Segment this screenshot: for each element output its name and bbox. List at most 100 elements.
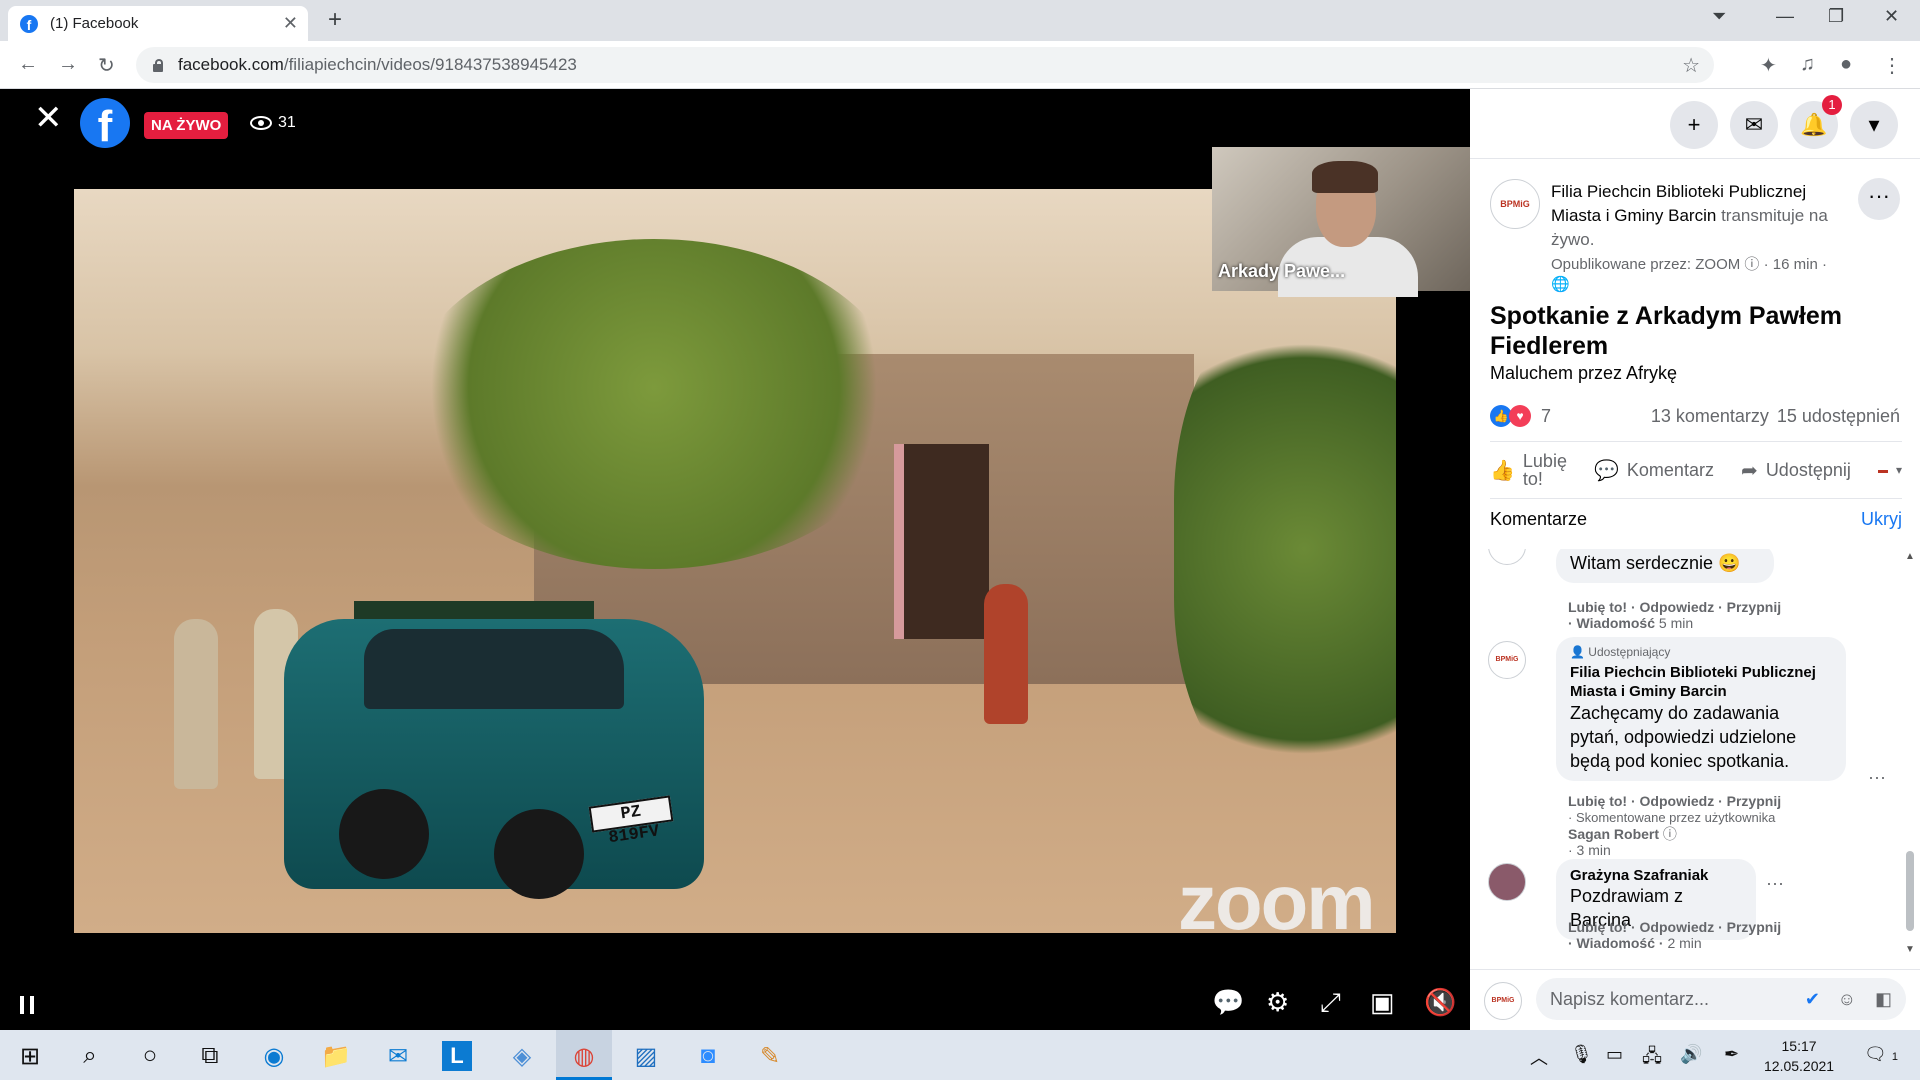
comment-reply-actions[interactable]: Lubię to! · Odpowiedz · Przypnij	[1568, 599, 1781, 615]
maximize-icon[interactable]: ❐	[1828, 6, 1844, 27]
video-controls: 💬 ⚙ ⤢ ▣ 🔇	[0, 977, 1470, 1030]
create-plus-icon[interactable]: +	[1670, 101, 1718, 149]
commenter-name[interactable]: Sagan Robert	[1568, 826, 1659, 842]
comment-avatar[interactable]: BPMiG	[1488, 641, 1526, 679]
paint-icon[interactable]: ✎	[752, 1038, 788, 1074]
new-tab-icon[interactable]: +	[328, 6, 342, 34]
comment-button[interactable]: 💬 Komentarz	[1594, 458, 1714, 483]
share-button[interactable]: ➦ Udostępnij	[1741, 458, 1851, 483]
sticker-icon[interactable]: ◧	[1875, 978, 1892, 1020]
comments-count[interactable]: 13 komentarzy	[1651, 406, 1769, 427]
messenger-icon[interactable]: ✉	[1730, 101, 1778, 149]
video-subtitle: Maluchem przez Afrykę	[1490, 363, 1678, 383]
actor-selector[interactable]: ▬ ▾	[1878, 463, 1902, 477]
scroll-thumb[interactable]	[1906, 851, 1914, 931]
facebook-favicon-icon: f	[20, 14, 38, 33]
profile-icon[interactable]: ●	[1840, 53, 1852, 76]
minimize-icon[interactable]: —	[1776, 6, 1794, 27]
miniplayer-icon[interactable]: ▣	[1370, 987, 1395, 1018]
post-sidebar: + ✉ 🔔 1 ▾ BPMiG Filia Piechcin Bibliotek…	[1470, 89, 1920, 1030]
bookmark-star-icon[interactable]: ☆	[1682, 53, 1700, 78]
author-badge-label: Udostępniający	[1588, 645, 1671, 659]
comment-message-link[interactable]: · Wiadomość	[1568, 935, 1655, 951]
account-menu-icon[interactable]: ▾	[1850, 101, 1898, 149]
task-view-icon[interactable]: ⧉	[192, 1038, 228, 1074]
reload-icon[interactable]: ↻	[98, 53, 115, 78]
url-bar[interactable]: facebook.com/filiapiechcin/videos/918437…	[136, 47, 1714, 83]
like-label: Lubię to!	[1522, 451, 1567, 489]
comment-time[interactable]: · 3 min	[1568, 842, 1611, 858]
settings-gear-icon[interactable]: ⚙	[1266, 987, 1289, 1018]
post-more-button[interactable]: ···	[1858, 178, 1900, 220]
comment-list[interactable]: BPMiG Witam serdecznie 😀 ··· Lubię to! ·…	[1470, 549, 1920, 959]
scroll-down-icon[interactable]: ▼	[1905, 944, 1915, 955]
comment-author[interactable]: Filia Piechcin Biblioteki Publicznej Mia…	[1570, 663, 1832, 701]
comment-avatar[interactable]: BPMiG	[1488, 549, 1526, 565]
comment-avatar[interactable]	[1488, 863, 1526, 901]
comment-more-icon[interactable]: ···	[1766, 873, 1784, 894]
composer-avatar[interactable]: BPMiG	[1484, 982, 1522, 1020]
emoji-icon[interactable]: ☺	[1838, 978, 1856, 1020]
pause-icon[interactable]	[20, 996, 34, 1014]
comment-reply-actions[interactable]: Lubię to! · Odpowiedz · Przypnij	[1568, 919, 1781, 935]
close-video-icon[interactable]: ✕	[34, 101, 63, 135]
video-player[interactable]: ✕ f NA ŻYWO 31 PZ 819FV zoom Arkady Pawe…	[0, 89, 1470, 1030]
facebook-logo-icon[interactable]: f	[80, 98, 130, 148]
comment-time[interactable]: 2 min	[1667, 935, 1701, 951]
media-control-icon[interactable]: ♫	[1800, 53, 1815, 76]
comment-input-placeholder: Napisz komentarz...	[1550, 989, 1710, 1009]
lock-icon[interactable]	[152, 58, 164, 72]
notifications-bell-icon[interactable]: 🔔 1	[1790, 95, 1842, 149]
chrome-menu-icon[interactable]: ⋮	[1882, 53, 1902, 78]
scroll-up-icon[interactable]: ▲	[1905, 551, 1915, 562]
back-icon[interactable]: ←	[18, 53, 38, 76]
extensions-icon[interactable]: ✦	[1760, 53, 1777, 78]
shares-count[interactable]: 15 udostępnień	[1777, 406, 1900, 427]
video-frame: PZ 819FV	[74, 189, 1396, 933]
comment-more-icon[interactable]: ···	[1796, 549, 1814, 558]
microphone-icon[interactable]: 🎙	[1570, 1044, 1593, 1065]
network-icon[interactable]: 🖧	[1642, 1044, 1662, 1074]
comment-message-link[interactable]: · Wiadomość	[1568, 615, 1655, 631]
battery-icon[interactable]: ▭	[1606, 1044, 1623, 1065]
comment-more-icon[interactable]: ···	[1868, 767, 1886, 788]
post-time[interactable]: 16 min	[1773, 256, 1818, 273]
like-button[interactable]: 👍 Lubię to!	[1490, 452, 1567, 488]
search-icon[interactable]: ⌕	[72, 1038, 108, 1074]
captions-icon[interactable]: 💬	[1212, 987, 1244, 1018]
launcher-l-icon[interactable]: L	[442, 1041, 472, 1071]
comment-reply-actions[interactable]: Lubię to! · Odpowiedz · Przypnij	[1568, 793, 1781, 809]
tab-close-icon[interactable]: ✕	[283, 13, 298, 34]
action-center-icon[interactable]: 🗨 1	[1864, 1044, 1898, 1065]
volume-icon[interactable]: 🔊	[1680, 1044, 1702, 1065]
cortana-icon[interactable]: ○	[132, 1038, 168, 1074]
browser-tab[interactable]: f (1) Facebook ✕	[8, 6, 308, 41]
hide-comments-link[interactable]: Ukryj	[1861, 509, 1902, 530]
mail-icon[interactable]: ✉	[380, 1038, 416, 1074]
system-clock[interactable]: 15:17 12.05.2021	[1764, 1036, 1834, 1076]
edge-icon[interactable]: ◉	[256, 1038, 292, 1074]
photos-icon[interactable]: ▨	[628, 1038, 664, 1074]
file-explorer-icon[interactable]: 📁	[318, 1038, 354, 1074]
tray-chevron-up-icon[interactable]: ︿	[1530, 1044, 1548, 1070]
chrome-icon[interactable]: ◍	[566, 1038, 602, 1074]
zoom-app-icon[interactable]: ◙	[690, 1038, 726, 1074]
fullscreen-icon[interactable]: ⤢	[1320, 987, 1341, 1019]
comment-actions: Lubię to! · Odpowiedz · Przypnij · Wiado…	[1568, 599, 1781, 631]
windows-start-icon[interactable]: ⊞	[12, 1038, 48, 1074]
forward-icon[interactable]: →	[58, 53, 78, 76]
comment-time[interactable]: 5 min	[1659, 615, 1693, 631]
comment-author[interactable]: Grażyna Szafraniak	[1570, 867, 1742, 884]
eye-icon	[250, 116, 272, 130]
reaction-count[interactable]: 7	[1541, 406, 1551, 427]
window-close-icon[interactable]: ✕	[1884, 6, 1899, 27]
page-avatar[interactable]: BPMiG	[1490, 179, 1540, 229]
comments-scrollbar[interactable]: ▲ ▼	[1904, 551, 1916, 955]
network-app-icon[interactable]: ◈	[504, 1038, 540, 1074]
checkmark-icon[interactable]: ✔	[1805, 978, 1820, 1020]
mute-icon[interactable]: 🔇	[1424, 987, 1456, 1018]
tab-search-icon[interactable]: ⏷	[1712, 6, 1726, 27]
pen-icon[interactable]: ✒	[1724, 1044, 1739, 1065]
comment-input[interactable]: Napisz komentarz... ✔ ☺ ◧	[1536, 978, 1906, 1020]
wheel-image	[339, 789, 429, 879]
